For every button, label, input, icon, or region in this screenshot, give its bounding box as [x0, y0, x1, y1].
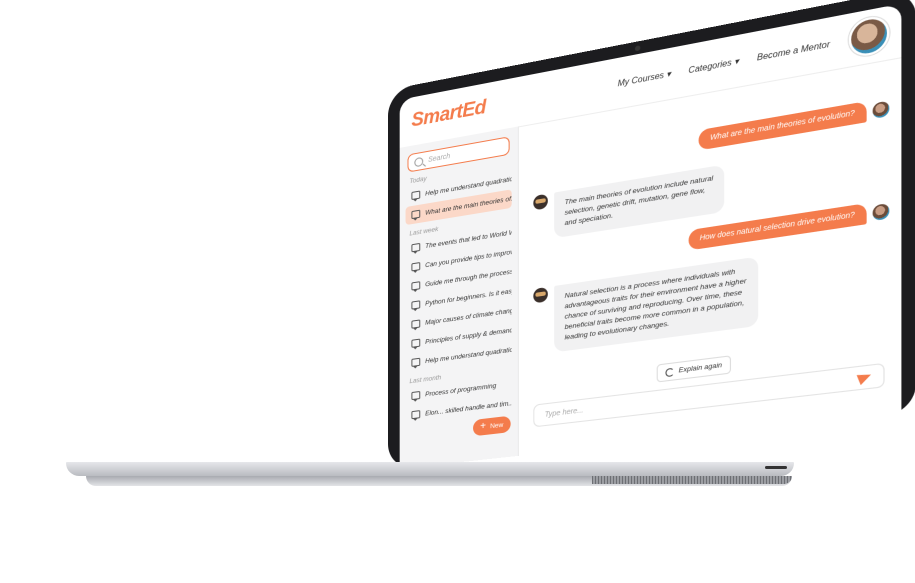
nav-my-courses[interactable]: My Courses ▾ — [618, 69, 671, 88]
chat-bubble-icon — [411, 391, 420, 400]
user-message: What are the main theories of evolution? — [699, 101, 867, 150]
new-chat-label: New — [490, 421, 503, 430]
user-message-avatar — [873, 202, 890, 220]
camera-dot — [635, 45, 640, 51]
laptop-screen: SmartEd My Courses ▾ Categories ▾ Become… — [400, 4, 902, 469]
chat-bubble-icon — [411, 243, 420, 252]
bot-message: Natural selection is a process where ind… — [554, 257, 758, 353]
explain-again-label: Explain again — [679, 362, 722, 375]
plus-icon: + — [480, 422, 486, 433]
refresh-icon — [665, 367, 674, 377]
chat-bubble-icon — [411, 358, 420, 367]
user-message-row: What are the main theories of evolution? — [699, 97, 889, 150]
search-icon — [414, 156, 423, 167]
laptop-notch — [765, 466, 787, 469]
message-input-placeholder: Type here... — [545, 407, 584, 419]
search-placeholder: Search — [428, 152, 450, 163]
chat-bubble-icon — [411, 410, 420, 419]
history-item-label: Process of programming — [425, 382, 496, 398]
nav-become-mentor[interactable]: Become a Mentor — [757, 39, 830, 62]
send-icon[interactable] — [857, 370, 873, 386]
chat-bubble-icon — [411, 210, 420, 220]
user-avatar[interactable] — [849, 14, 890, 59]
explain-again-button[interactable]: Explain again — [657, 355, 731, 382]
laptop-lid: SmartEd My Courses ▾ Categories ▾ Become… — [388, 0, 915, 470]
chat-bubble-icon — [411, 281, 420, 290]
bot-message-row: Natural selection is a process where ind… — [533, 257, 757, 356]
chat-bubble-icon — [411, 262, 420, 271]
nav-categories[interactable]: Categories ▾ — [688, 56, 738, 75]
brand-logo[interactable]: SmartEd — [411, 97, 485, 133]
new-chat-button[interactable]: + New — [473, 416, 510, 437]
chat-history-sidebar: Search Today Help me understand quadrati… — [400, 126, 519, 468]
history-item-label: Elon... skilled handle and tim... — [425, 400, 512, 418]
laptop-base — [66, 462, 794, 476]
speaker-grille — [592, 476, 792, 484]
bot-avatar-icon — [533, 287, 548, 304]
chat-bubble-icon — [411, 300, 420, 309]
bot-message: The main theories of evolution include n… — [554, 164, 724, 238]
chat-panel: What are the main theories of evolution?… — [519, 57, 902, 456]
chat-bubble-icon — [411, 319, 420, 328]
chat-bubble-icon — [411, 191, 420, 201]
chat-bubble-icon — [411, 339, 420, 348]
user-message-avatar — [873, 100, 890, 118]
bot-avatar-icon — [533, 194, 548, 211]
